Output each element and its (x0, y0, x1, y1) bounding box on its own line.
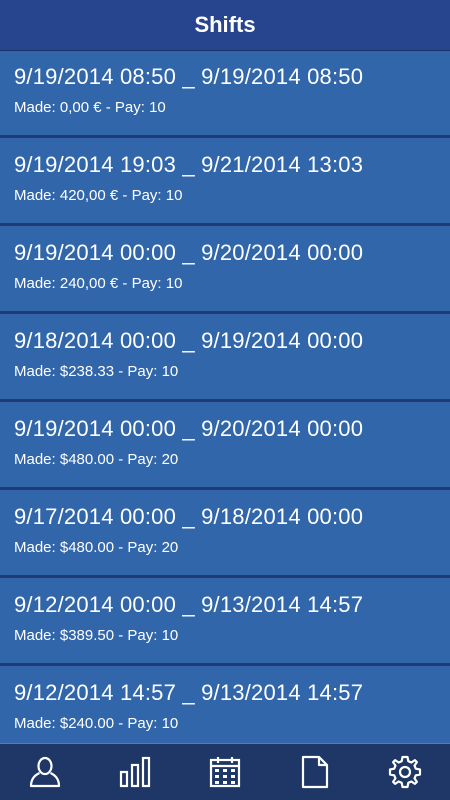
shift-earnings: Made: $480.00 - Pay: 20 (14, 451, 179, 468)
shift-row[interactable]: 9/19/2014 00:00 _ 9/20/2014 00:00 Made: … (0, 226, 450, 311)
shift-row[interactable]: 9/19/2014 00:00 _ 9/20/2014 00:00 Made: … (0, 402, 450, 487)
shift-date-range: 9/12/2014 00:00 _ 9/13/2014 14:57 (14, 592, 364, 617)
shift-row[interactable]: 9/19/2014 19:03 _ 9/21/2014 13:03 Made: … (0, 138, 450, 223)
tab-settings[interactable] (360, 744, 450, 800)
shift-date-range: 9/19/2014 08:50 _ 9/19/2014 08:50 (14, 64, 364, 89)
shift-earnings: Made: $240.00 - Pay: 10 (14, 715, 179, 732)
shift-row[interactable]: 9/18/2014 00:00 _ 9/19/2014 00:00 Made: … (0, 314, 450, 399)
title-bar: Shifts (0, 0, 450, 50)
shift-list[interactable]: 9/19/2014 08:50 _ 9/19/2014 08:50 Made: … (0, 50, 450, 744)
shift-earnings: Made: 420,00 € - Pay: 10 (14, 187, 183, 204)
shift-earnings: Made: 240,00 € - Pay: 10 (14, 275, 183, 292)
shift-date-range: 9/19/2014 00:00 _ 9/20/2014 00:00 (14, 240, 364, 265)
shift-row[interactable]: 9/12/2014 14:57 _ 9/13/2014 14:57 Made: … (0, 666, 450, 744)
profile-icon (29, 756, 61, 788)
shift-earnings: Made: 0,00 € - Pay: 10 (14, 99, 166, 116)
tab-calendar[interactable] (180, 744, 270, 800)
document-icon (301, 755, 329, 789)
shift-row[interactable]: 9/19/2014 08:50 _ 9/19/2014 08:50 Made: … (0, 50, 450, 135)
shift-earnings: Made: $480.00 - Pay: 20 (14, 539, 179, 556)
shift-date-range: 9/19/2014 19:03 _ 9/21/2014 13:03 (14, 152, 364, 177)
bar-chart-icon (119, 756, 151, 788)
calendar-icon (209, 757, 241, 788)
tab-profile[interactable] (0, 744, 90, 800)
shift-date-range: 9/17/2014 00:00 _ 9/18/2014 00:00 (14, 504, 364, 529)
shift-date-range: 9/18/2014 00:00 _ 9/19/2014 00:00 (14, 328, 364, 353)
shift-earnings: Made: $389.50 - Pay: 10 (14, 627, 179, 644)
shift-row[interactable]: 9/12/2014 00:00 _ 9/13/2014 14:57 Made: … (0, 578, 450, 663)
shift-earnings: Made: $238.33 - Pay: 10 (14, 363, 179, 380)
shift-date-range: 9/12/2014 14:57 _ 9/13/2014 14:57 (14, 680, 364, 705)
page-title: Shifts (194, 12, 256, 37)
shift-date-range: 9/19/2014 00:00 _ 9/20/2014 00:00 (14, 416, 364, 441)
gear-icon (388, 755, 422, 789)
tab-reports[interactable] (270, 744, 360, 800)
shift-row[interactable]: 9/17/2014 00:00 _ 9/18/2014 00:00 Made: … (0, 490, 450, 575)
tab-statistics[interactable] (90, 744, 180, 800)
app: Shifts 9/19/2014 08:50 _ 9/19/2014 08:50… (0, 0, 450, 800)
bottom-tab-bar (0, 743, 450, 800)
